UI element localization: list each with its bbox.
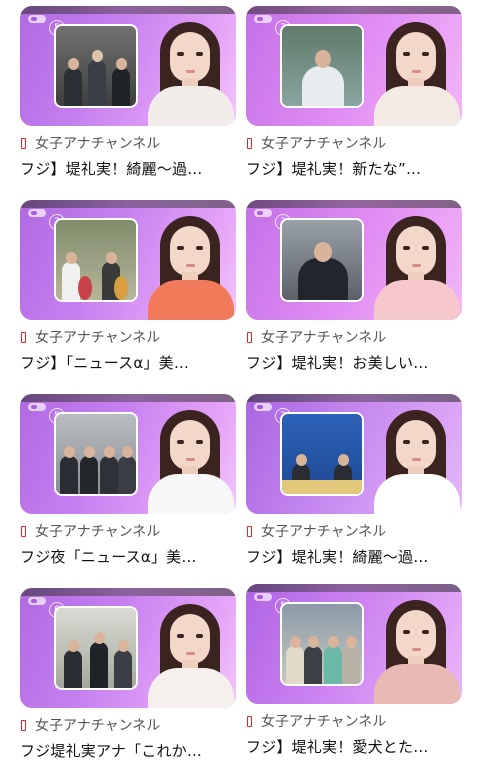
channel-bookmark-icon xyxy=(247,137,252,149)
channel-name[interactable]: 女子アナチャンネル xyxy=(261,521,386,541)
inset-photo xyxy=(54,24,138,108)
channel-name[interactable]: 女子アナチャンネル xyxy=(261,711,386,731)
channel-name[interactable]: 女子アナチャンネル xyxy=(35,327,160,347)
video-thumbnail[interactable]: 3 xyxy=(246,200,462,320)
video-card[interactable]: 2 女子アナチャンネル フジ】「ニュースα」美 xyxy=(20,200,236,373)
inset-photo xyxy=(54,606,138,690)
anchor-portrait xyxy=(370,594,462,704)
video-card[interactable]: 5 女子アナチャンネル xyxy=(20,394,236,567)
inset-photo xyxy=(280,218,364,302)
channel-name[interactable]: 女子アナチャンネル xyxy=(35,715,160,735)
broadcaster-logo-icon xyxy=(28,209,46,217)
anchor-portrait xyxy=(144,404,236,514)
anchor-portrait xyxy=(144,16,236,126)
inset-photo xyxy=(54,218,138,302)
anchor-portrait xyxy=(370,210,462,320)
video-thumbnail[interactable]: 6 xyxy=(20,588,236,708)
anchor-portrait xyxy=(370,404,462,514)
video-thumbnail[interactable]: 2 xyxy=(246,394,462,514)
broadcaster-logo-icon xyxy=(28,403,46,411)
broadcaster-logo-icon xyxy=(28,597,46,605)
video-title[interactable]: フジ】堤礼実！新たな”… xyxy=(246,158,462,179)
video-thumbnail[interactable]: 5 xyxy=(20,6,236,126)
channel-bookmark-icon xyxy=(247,715,252,727)
video-feed-grid: 5 女子アナチャンネル フジ】堤礼実！綺麗〜過 xyxy=(0,0,480,768)
inset-photo xyxy=(280,602,364,686)
channel-bookmark-icon xyxy=(21,137,26,149)
video-title[interactable]: フジ夜「ニュースα」美… xyxy=(20,546,236,567)
video-title[interactable]: フジ】堤礼実！愛犬とた… xyxy=(246,736,462,757)
video-thumbnail[interactable]: 2 xyxy=(20,200,236,320)
video-card[interactable]: 7 女子アナチャンネル フジ】堤礼実！新たな”… xyxy=(246,6,462,179)
broadcaster-logo-icon xyxy=(254,15,272,23)
video-card[interactable]: 3 女子アナチャンネル フジ】堤礼実！お美しい… xyxy=(246,200,462,373)
broadcaster-logo-icon xyxy=(254,209,272,217)
video-title[interactable]: フジ】「ニュースα」美… xyxy=(20,352,236,373)
inset-photo xyxy=(280,24,364,108)
broadcaster-logo-icon xyxy=(28,15,46,23)
anchor-portrait xyxy=(370,16,462,126)
video-thumbnail[interactable]: 5 xyxy=(246,584,462,704)
broadcaster-logo-icon xyxy=(254,403,272,411)
channel-bookmark-icon xyxy=(247,331,252,343)
video-title[interactable]: フジ】堤礼実！綺麗〜過… xyxy=(246,546,462,567)
video-card[interactable]: 6 女子アナチャンネル フジ堤礼実アナ「これか xyxy=(20,588,236,761)
channel-name[interactable]: 女子アナチャンネル xyxy=(261,327,386,347)
video-thumbnail[interactable]: 7 xyxy=(246,6,462,126)
channel-bookmark-icon xyxy=(21,719,26,731)
channel-name[interactable]: 女子アナチャンネル xyxy=(261,133,386,153)
video-card[interactable]: 5 女子アナチャンネル xyxy=(246,584,462,757)
inset-photo xyxy=(280,412,364,496)
video-title[interactable]: フジ】堤礼実！綺麗〜過… xyxy=(20,158,236,179)
video-thumbnail[interactable]: 5 xyxy=(20,394,236,514)
inset-photo xyxy=(54,412,138,496)
video-card[interactable]: 5 女子アナチャンネル フジ】堤礼実！綺麗〜過 xyxy=(20,6,236,179)
video-card[interactable]: 2 女子アナチャンネル フジ】堤礼実！綺麗〜過… xyxy=(246,394,462,567)
channel-name[interactable]: 女子アナチャンネル xyxy=(35,521,160,541)
channel-bookmark-icon xyxy=(247,525,252,537)
anchor-portrait xyxy=(144,598,236,708)
video-title[interactable]: フジ】堤礼実！お美しい… xyxy=(246,352,462,373)
broadcaster-logo-icon xyxy=(254,593,272,601)
video-title[interactable]: フジ堤礼実アナ「これか… xyxy=(20,740,236,761)
anchor-portrait xyxy=(144,210,236,320)
channel-name[interactable]: 女子アナチャンネル xyxy=(35,133,160,153)
channel-bookmark-icon xyxy=(21,331,26,343)
channel-bookmark-icon xyxy=(21,525,26,537)
